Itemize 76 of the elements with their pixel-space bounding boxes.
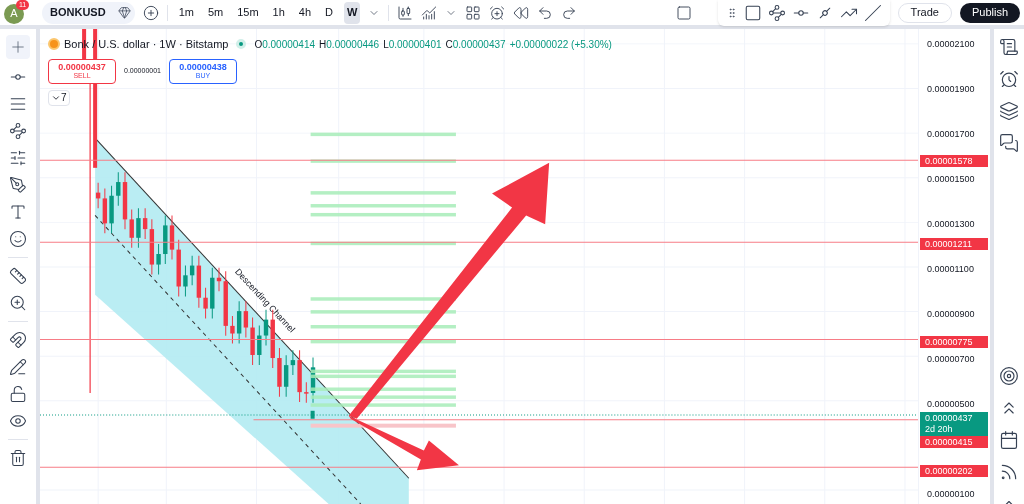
brush-tool-icon[interactable] xyxy=(9,176,27,194)
price-tag: 0.00000202 xyxy=(920,465,988,478)
ohlc-value: 0.00000401 xyxy=(388,37,442,52)
unlock-icon[interactable] xyxy=(9,385,27,403)
layout-icon[interactable] xyxy=(465,4,482,21)
channel-tool-icon[interactable] xyxy=(9,95,27,113)
feed-icon[interactable] xyxy=(999,462,1019,482)
price-tick: 0.00000700 xyxy=(927,353,975,365)
level-line[interactable] xyxy=(40,466,918,468)
ohlc-value: 0.00000414 xyxy=(262,37,316,52)
up-arrow[interactable] xyxy=(348,162,550,419)
emoji-tool-icon[interactable] xyxy=(9,230,27,248)
last-price-tag: 0.00000437 2d 20h xyxy=(920,412,988,437)
price-tick: 0.00000100 xyxy=(927,488,975,500)
price-tag: 0.00000775 xyxy=(920,336,988,349)
trash-icon[interactable] xyxy=(9,449,27,467)
crosshair-icon xyxy=(9,38,27,56)
price-change: +0.00000022 (+5.30%) xyxy=(509,37,612,52)
price-tick: 0.00001700 xyxy=(927,128,975,140)
coin-icon xyxy=(48,38,60,51)
indicators-toggle[interactable]: 7 xyxy=(48,89,70,106)
magnet-icon[interactable] xyxy=(9,331,27,349)
interval-button[interactable]: D xyxy=(322,1,337,24)
price-tick: 0.00001900 xyxy=(927,83,975,95)
ohlc-value: 0.00000437 xyxy=(452,37,506,52)
interval-button[interactable]: 1m xyxy=(175,1,197,24)
undo-icon[interactable] xyxy=(537,4,554,21)
price-tick: 0.00002100 xyxy=(927,38,975,50)
lock-drawing-icon[interactable] xyxy=(9,358,27,376)
chat-icon[interactable] xyxy=(999,133,1019,153)
symbol-search[interactable]: BONKUSD xyxy=(42,1,135,24)
diamond-icon[interactable] xyxy=(117,6,131,19)
ohlc-key: H xyxy=(319,36,327,52)
zoom-icon[interactable] xyxy=(9,294,27,312)
price-tag: 0.00001211 xyxy=(920,238,988,250)
price-tick: 0.00000500 xyxy=(927,398,975,410)
interval-button[interactable]: 15m xyxy=(234,1,262,24)
polyline-icon[interactable] xyxy=(768,4,786,22)
text-tool-icon[interactable] xyxy=(9,203,27,221)
watchlist-icon[interactable] xyxy=(999,37,1019,57)
price-tick: 0.00001100 xyxy=(927,263,974,275)
fib-tool-icon[interactable] xyxy=(9,149,27,167)
interval-button[interactable]: W xyxy=(344,1,361,24)
price-tag: 0.00001578 xyxy=(920,155,988,168)
pattern-tool-icon[interactable] xyxy=(9,122,27,140)
candles-icon[interactable] xyxy=(397,4,414,21)
ruler-icon[interactable] xyxy=(9,267,27,285)
symbol-name: BONKUSD xyxy=(50,5,106,21)
interval-button[interactable]: 5m xyxy=(204,1,227,24)
ohlc-key: C xyxy=(445,36,453,52)
interval-button[interactable]: 4h xyxy=(295,1,315,24)
publish-button[interactable]: Publish xyxy=(959,2,1020,23)
price-tick: 0.00001300 xyxy=(927,218,975,230)
layers-icon[interactable] xyxy=(999,101,1019,121)
ohlc-key: O xyxy=(254,36,263,52)
price-tick: 0.00000900 xyxy=(927,308,975,320)
down-arrow[interactable] xyxy=(348,415,459,471)
ohlc-key: L xyxy=(383,36,389,52)
square-icon[interactable] xyxy=(675,4,692,21)
target-icon[interactable] xyxy=(999,366,1019,386)
redo-icon[interactable] xyxy=(561,4,578,21)
alert-icon[interactable] xyxy=(489,4,506,21)
replay-icon[interactable] xyxy=(513,4,530,21)
calendar-icon[interactable] xyxy=(999,430,1019,450)
rectangle-icon[interactable] xyxy=(744,4,762,22)
trend-line-icon[interactable] xyxy=(864,4,882,22)
level-line[interactable] xyxy=(40,241,918,243)
ohlc-value: 0.00000446 xyxy=(326,37,380,52)
indicators-icon[interactable] xyxy=(421,4,438,21)
interval-button[interactable]: 1h xyxy=(269,1,288,24)
visibility-icon[interactable] xyxy=(9,412,27,430)
price-tag: 0.00000415 xyxy=(920,436,988,449)
price-tick: 0.00001500 xyxy=(927,173,975,185)
add-symbol-icon[interactable] xyxy=(142,4,159,21)
alarm-icon[interactable] xyxy=(999,69,1019,89)
drag-handle-icon[interactable] xyxy=(726,7,738,19)
